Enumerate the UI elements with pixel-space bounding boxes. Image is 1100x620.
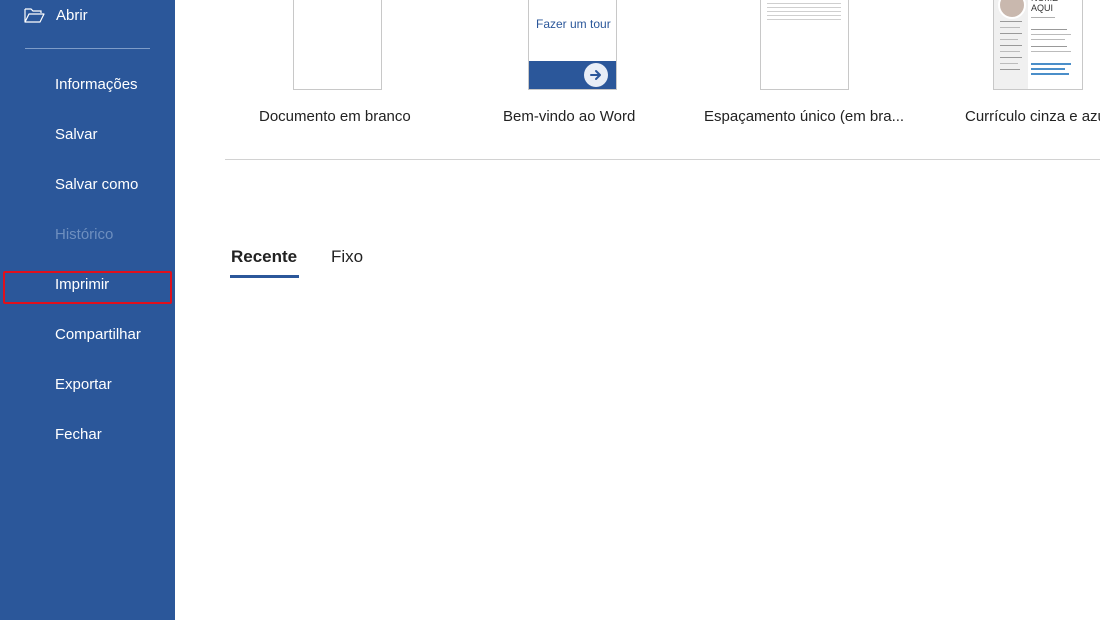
- section-divider: [225, 159, 1100, 160]
- sidebar-divider: [25, 48, 150, 49]
- nav-print[interactable]: Imprimir: [55, 275, 109, 295]
- template-label[interactable]: Documento em branco: [259, 108, 411, 125]
- arrow-right-icon: [584, 63, 608, 87]
- nav-export[interactable]: Exportar: [55, 375, 112, 395]
- template-label[interactable]: Currículo cinza e azul: [965, 108, 1100, 125]
- template-thumbnail[interactable]: Fazer um tour: [528, 0, 617, 90]
- template-thumbnail[interactable]: NOME AQUI: [993, 0, 1083, 90]
- nav-save[interactable]: Salvar: [55, 125, 98, 145]
- tab-active-indicator: [230, 275, 299, 278]
- nav-save-as[interactable]: Salvar como: [55, 175, 138, 195]
- nav-share[interactable]: Compartilhar: [55, 325, 141, 345]
- nav-close[interactable]: Fechar: [55, 425, 102, 445]
- template-thumbnail[interactable]: [293, 0, 382, 90]
- nav-open[interactable]: Abrir: [24, 4, 88, 26]
- tab-recent[interactable]: Recente: [231, 247, 297, 267]
- template-thumbnail[interactable]: [760, 0, 849, 90]
- folder-open-icon: [24, 6, 46, 24]
- nav-open-label: Abrir: [56, 6, 88, 24]
- tour-text: Fazer um tour: [536, 17, 611, 31]
- nav-info[interactable]: Informações: [55, 75, 138, 95]
- template-label[interactable]: Espaçamento único (em bra...: [704, 108, 904, 125]
- tab-pinned[interactable]: Fixo: [331, 247, 363, 267]
- template-label[interactable]: Bem-vindo ao Word: [503, 108, 635, 125]
- backstage-sidebar: Abrir Informações Salvar Salvar como His…: [0, 0, 175, 620]
- nav-history: Histórico: [55, 226, 114, 243]
